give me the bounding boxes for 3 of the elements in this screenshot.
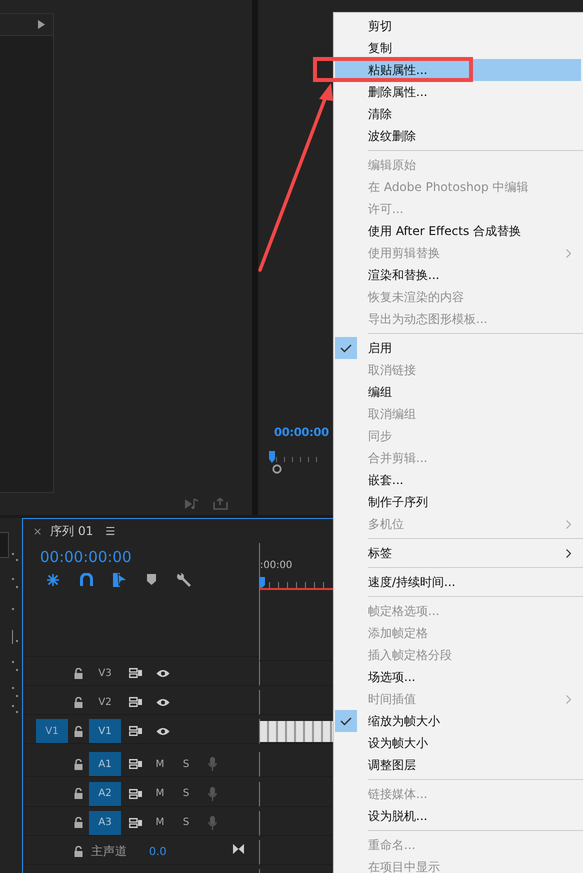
master-track-label: 主声道: [91, 843, 127, 860]
ruler-time: :00:00: [260, 560, 292, 571]
timecode: 00:00:00: [274, 425, 329, 439]
